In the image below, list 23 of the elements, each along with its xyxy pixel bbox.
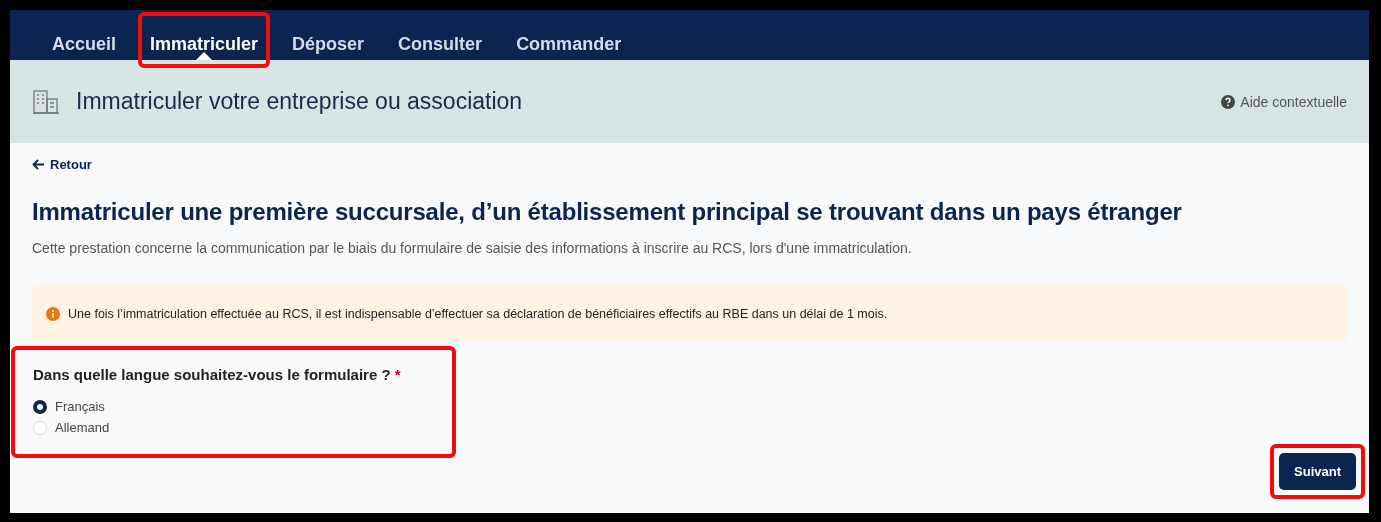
nav-tab[interactable]: Déposer (284, 16, 373, 60)
radio-button[interactable] (33, 399, 47, 414)
description: Cette prestation concerne la communication par le biais du formulaire de saisie des informations à inscrire au RCS, lors d'une immatriculation. (32, 240, 913, 256)
question-label: Dans quelle langue souhaitez-vous le formulaire ? * (33, 366, 402, 383)
alert-text: Une fois l’immatriculation effectuée au RCS, il est indispensable d’effectuer sa déclaration de bénéficiaires effectifs au RBE dans un délai de 1 mois. (68, 307, 888, 321)
info-icon (46, 307, 60, 321)
arrow-left-icon (32, 159, 45, 170)
building-icon (32, 88, 60, 115)
next-button[interactable]: Suivant (1279, 453, 1356, 490)
option-label: Français (55, 399, 105, 414)
page-title: Immatriculer une première succursale, d’un établissement principal se trouvant dans un pays étranger (32, 198, 1183, 226)
back-link[interactable]: Retour (32, 157, 92, 172)
help-label: Aide contextuelle (1240, 93, 1347, 110)
radio-option[interactable]: Allemand (33, 420, 434, 435)
help-icon (1221, 94, 1236, 109)
help-link[interactable]: Aide contextuelle (1221, 93, 1347, 110)
nav-tab[interactable]: Commander (508, 16, 630, 60)
back-label: Retour (50, 157, 92, 172)
nav-tab[interactable]: Consulter (390, 16, 491, 60)
page-heading: Immatriculer votre entreprise ou association (76, 88, 524, 115)
radio-option[interactable]: Français (33, 399, 434, 414)
nav-tab[interactable]: Accueil (44, 16, 125, 60)
option-label: Allemand (55, 420, 110, 435)
